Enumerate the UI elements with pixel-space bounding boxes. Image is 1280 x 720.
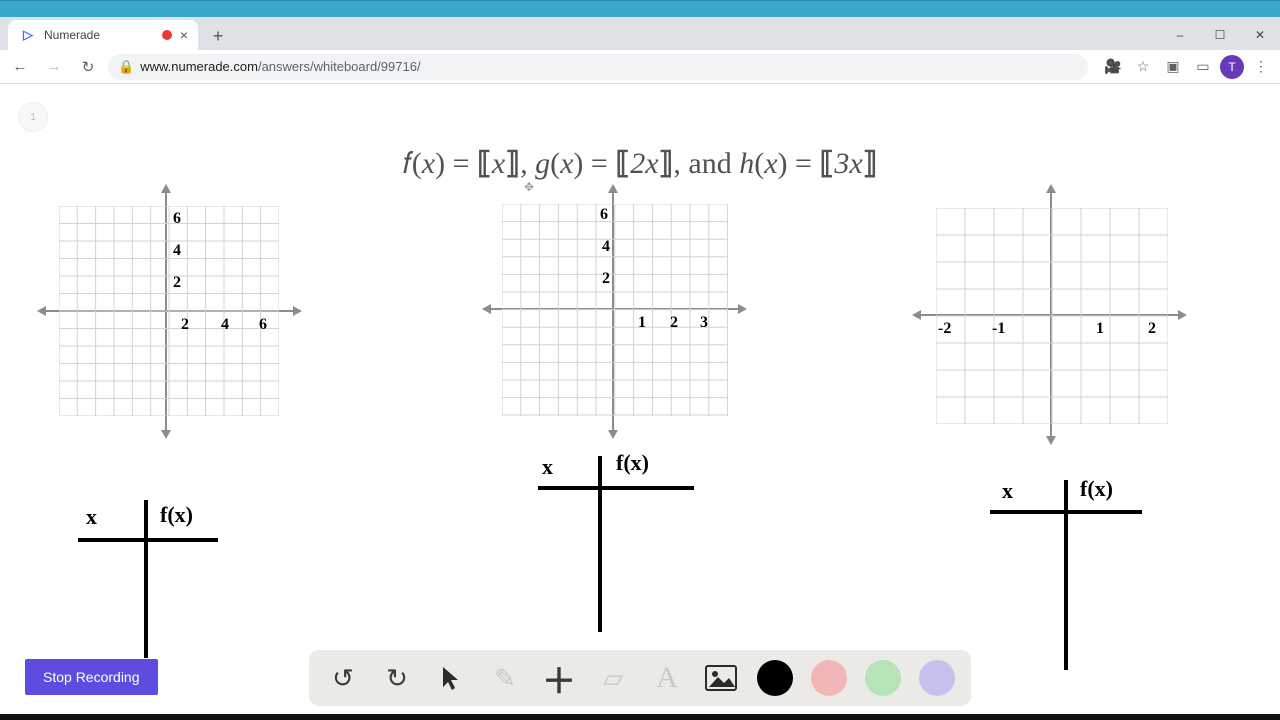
graph-hx[interactable]: -2 -1 1 2: [920, 192, 1180, 438]
taskbar-edge: [0, 714, 1280, 720]
browser-tab[interactable]: ▷ Numerade ×: [8, 20, 198, 50]
t-table-hx[interactable]: x f(x): [990, 480, 1150, 670]
eraser-tool[interactable]: ▱: [595, 660, 631, 696]
address-bar: ← → ↻ 🔒 www.numerade.com/answers/whitebo…: [0, 50, 1280, 84]
x-label-2: 2: [670, 314, 678, 332]
color-black[interactable]: [757, 660, 793, 696]
close-tab-icon[interactable]: ×: [180, 27, 188, 43]
whiteboard-toolbar: ↺ ↻ ✎ ＋ ▱ A: [309, 650, 971, 706]
col-x: x: [542, 454, 553, 480]
url-field[interactable]: 🔒 www.numerade.com/answers/whiteboard/99…: [108, 54, 1088, 80]
color-pink[interactable]: [811, 660, 847, 696]
nav-back-button[interactable]: ←: [6, 53, 34, 81]
grid-lines: [936, 208, 1168, 424]
col-fx: f(x): [160, 502, 193, 528]
recording-indicator-icon: [162, 30, 172, 40]
new-tab-button[interactable]: +: [204, 22, 232, 50]
grid-lines: [502, 204, 728, 416]
graph-fx[interactable]: 6 4 2 2 4 6: [45, 192, 295, 432]
color-green[interactable]: [865, 660, 901, 696]
x-label-2: 2: [181, 316, 189, 334]
t-table-fx[interactable]: x f(x): [78, 498, 228, 658]
browser-menu-icon[interactable]: ⋮: [1248, 54, 1274, 80]
window-maximize-button[interactable]: ☐: [1200, 20, 1240, 50]
pencil-tool[interactable]: ✎: [487, 660, 523, 696]
window-border-top: [0, 0, 1280, 17]
x-label-2: 2: [1148, 320, 1156, 338]
reload-button[interactable]: ↻: [74, 53, 102, 81]
undo-button[interactable]: ↺: [325, 660, 361, 696]
url-host: www.numerade.com: [140, 59, 258, 74]
equation-header: 𝑓(x) = ⟦x⟧, g(x) = ⟦2x⟧, and h(x) = ⟦3x⟧: [402, 146, 877, 181]
tab-title: Numerade: [44, 28, 154, 42]
y-label-2: 2: [602, 270, 610, 288]
y-label-2: 2: [173, 274, 181, 292]
x-label-4: 4: [221, 316, 229, 334]
y-label-6: 6: [173, 210, 181, 228]
color-purple[interactable]: [919, 660, 955, 696]
x-label-n2: -2: [938, 320, 951, 338]
x-label-1: 1: [1096, 320, 1104, 338]
camera-indicator-icon[interactable]: 🎥: [1100, 54, 1126, 80]
profile-avatar[interactable]: T: [1220, 55, 1244, 79]
page-content: 1 𝑓(x) = ⟦x⟧, g(x) = ⟦2x⟧, and h(x) = ⟦3…: [0, 84, 1280, 714]
url-path: /answers/whiteboard/99716/: [258, 59, 421, 74]
page-number-badge[interactable]: 1: [18, 102, 48, 132]
y-label-6: 6: [600, 206, 608, 224]
extension-icon-2[interactable]: ▭: [1190, 54, 1216, 80]
add-tool[interactable]: ＋: [541, 660, 577, 696]
x-label-3: 3: [700, 314, 708, 332]
x-label-6: 6: [259, 316, 267, 334]
pointer-tool[interactable]: [433, 660, 469, 696]
nav-forward-button[interactable]: →: [40, 53, 68, 81]
col-x: x: [86, 504, 97, 530]
graph-gx[interactable]: 6 4 2 1 2 3: [490, 192, 740, 432]
x-label-n1: -1: [992, 320, 1005, 338]
redo-button[interactable]: ↻: [379, 660, 415, 696]
tab-strip: ▷ Numerade × + – ☐ ✕: [0, 17, 1280, 50]
image-tool[interactable]: [703, 660, 739, 696]
y-label-4: 4: [173, 242, 181, 260]
site-favicon: ▷: [20, 27, 36, 43]
window-minimize-button[interactable]: –: [1160, 20, 1200, 50]
stop-recording-button[interactable]: Stop Recording: [25, 659, 158, 695]
col-fx: f(x): [1080, 476, 1113, 502]
window-close-button[interactable]: ✕: [1240, 20, 1280, 50]
col-fx: f(x): [616, 450, 649, 476]
y-label-4: 4: [602, 238, 610, 256]
col-x: x: [1002, 478, 1013, 504]
t-table-gx[interactable]: x f(x): [538, 456, 708, 632]
text-tool[interactable]: A: [649, 660, 685, 696]
bookmark-star-icon[interactable]: ☆: [1130, 54, 1156, 80]
extension-icon-1[interactable]: ▣: [1160, 54, 1186, 80]
x-label-1: 1: [638, 314, 646, 332]
grid-lines: [59, 206, 279, 416]
lock-icon: 🔒: [118, 59, 134, 75]
